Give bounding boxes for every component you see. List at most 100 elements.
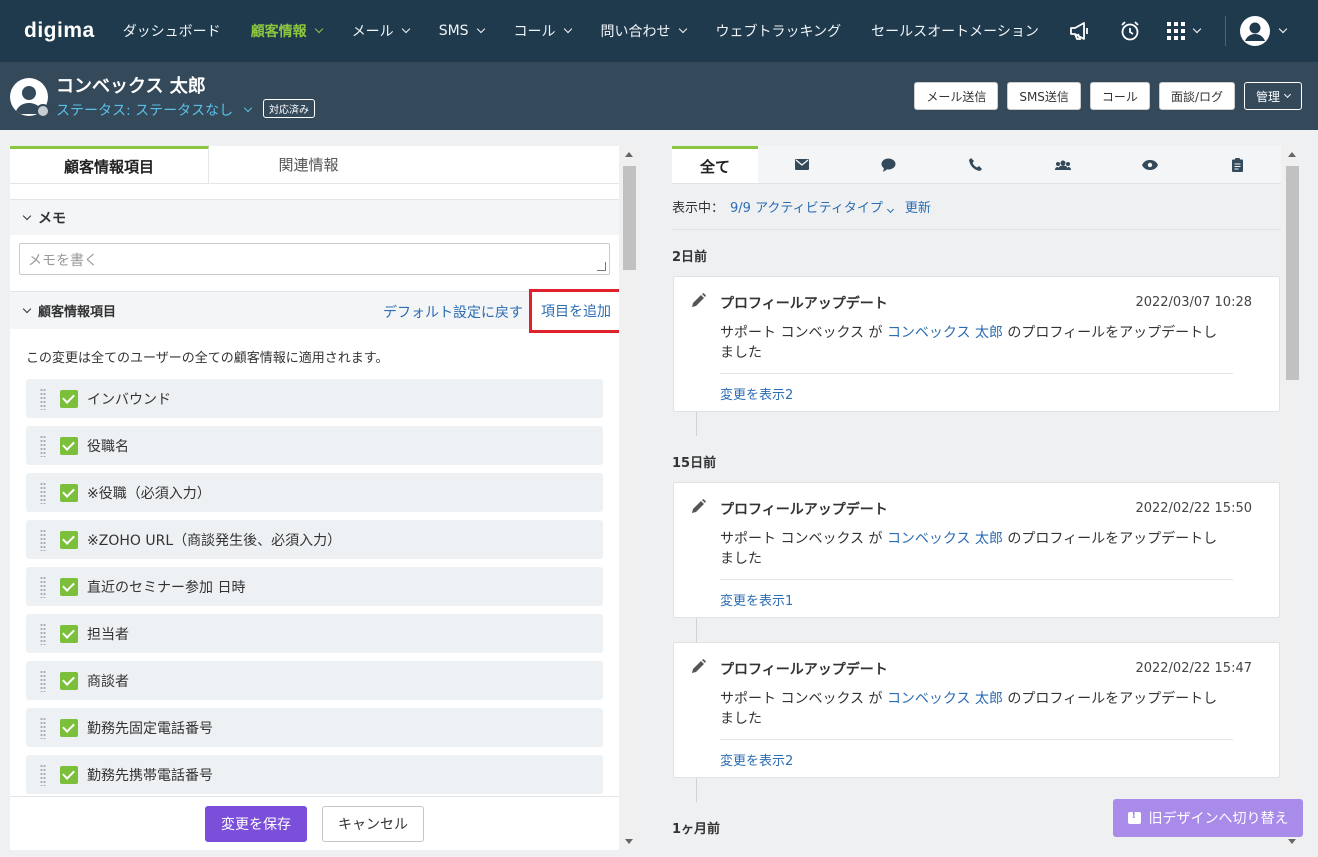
field-checkbox[interactable] bbox=[60, 624, 78, 643]
user-avatar-icon[interactable] bbox=[1240, 16, 1290, 46]
activity-description: サポート コンベックス が コンベックス 太郎 のプロフィールをアップデートしま… bbox=[720, 529, 1230, 569]
custom-fields-header[interactable]: 顧客情報項目 デフォルト設定に戻す 項目を追加 bbox=[10, 289, 619, 333]
digima-logo[interactable]: digima bbox=[24, 19, 95, 43]
drag-handle-icon[interactable] bbox=[40, 622, 46, 645]
nav-item-label: ウェブトラッキング bbox=[715, 24, 842, 40]
drag-handle-icon[interactable] bbox=[40, 669, 46, 692]
right-scrollbar[interactable] bbox=[1284, 146, 1301, 850]
customer-link[interactable]: コンベックス 太郎 bbox=[887, 531, 1003, 547]
field-checkbox[interactable] bbox=[60, 436, 78, 455]
memo-section-header[interactable]: メモ bbox=[10, 199, 619, 235]
drag-handle-icon[interactable] bbox=[40, 716, 46, 739]
scroll-up-icon[interactable] bbox=[625, 152, 633, 157]
activity-date: 2022/02/22 15:47 bbox=[1135, 661, 1252, 676]
memo-title: メモ bbox=[38, 210, 66, 227]
nav-item-5[interactable]: 問い合わせ bbox=[601, 21, 687, 41]
field-row: インバウンド bbox=[26, 379, 603, 418]
switch-old-design-button[interactable]: 旧デザインへ切り替え bbox=[1113, 799, 1303, 837]
meeting-log-button[interactable]: 面談/ログ bbox=[1158, 82, 1235, 110]
drag-handle-icon[interactable] bbox=[40, 387, 46, 410]
call-button[interactable]: コール bbox=[1089, 82, 1150, 110]
activity-title: プロフィールアップデート bbox=[720, 502, 888, 518]
nav-item-1[interactable]: 顧客情報 bbox=[251, 21, 323, 41]
handled-badge[interactable]: 対応済み bbox=[263, 99, 315, 118]
chat-icon[interactable] bbox=[845, 146, 932, 183]
manage-dropdown-button[interactable]: 管理 bbox=[1243, 82, 1302, 110]
activity-panel: 全て 表示中： 9/9 アクティビティタイプ 更新 2日前 プロフィールアップデー… bbox=[672, 146, 1281, 850]
show-changes-link[interactable]: 変更を表示2 bbox=[720, 384, 793, 403]
send-sms-button[interactable]: SMS送信 bbox=[1007, 82, 1081, 110]
megaphone-icon[interactable] bbox=[1067, 18, 1093, 44]
activity-date: 2022/02/22 15:50 bbox=[1135, 501, 1252, 516]
chevron-down-icon bbox=[1283, 90, 1292, 98]
clipboard-icon[interactable] bbox=[1194, 146, 1281, 183]
nav-item-3[interactable]: SMS bbox=[438, 23, 485, 39]
apply-note: この変更は全てのユーザーの全ての顧客情報に適用されます。 bbox=[26, 351, 389, 366]
scroll-down-icon[interactable] bbox=[625, 839, 633, 844]
tab-related-info[interactable]: 関連情報 bbox=[209, 146, 408, 183]
field-label: ※ZOHO URL（商談発生後、必須入力） bbox=[87, 532, 342, 549]
status-dropdown[interactable]: ステータス: ステータスなし bbox=[56, 100, 253, 120]
nav-item-2[interactable]: メール bbox=[352, 21, 410, 41]
field-label: 商談者 bbox=[87, 673, 129, 690]
main-nav-menu: ダッシュボード 顧客情報 メール SMS コール 問い合わせ ウェブトラッキング セールスオー… bbox=[123, 0, 1069, 62]
field-checkbox[interactable] bbox=[60, 389, 78, 408]
drag-handle-icon[interactable] bbox=[40, 528, 46, 551]
activity-type-filter[interactable]: 9/9 アクティビティタイプ bbox=[730, 197, 894, 216]
left-panel: 顧客情報項目 関連情報 メモ メモを書く 顧客情報項目 デフォルト設定に戻す 項… bbox=[10, 146, 619, 850]
show-changes-link[interactable]: 変更を表示1 bbox=[720, 590, 793, 609]
timeline-connector bbox=[696, 412, 697, 436]
nav-item-7[interactable]: セールスオートメーション bbox=[871, 21, 1039, 41]
cancel-button[interactable]: キャンセル bbox=[322, 805, 424, 842]
drag-handle-icon[interactable] bbox=[40, 434, 46, 457]
nav-item-label: セールスオートメーション bbox=[871, 24, 1039, 40]
save-changes-button[interactable]: 変更を保存 bbox=[205, 805, 307, 842]
refresh-link[interactable]: 更新 bbox=[905, 197, 931, 216]
resize-handle-icon[interactable] bbox=[597, 262, 606, 271]
tab-all[interactable]: 全て bbox=[672, 146, 758, 183]
pencil-icon bbox=[692, 499, 706, 513]
activity-title: プロフィールアップデート bbox=[720, 662, 888, 678]
chevron-down-icon bbox=[678, 24, 687, 34]
field-checkbox[interactable] bbox=[60, 671, 78, 690]
pencil-icon bbox=[692, 293, 706, 307]
chevron-down-icon bbox=[1192, 24, 1202, 34]
send-mail-button[interactable]: メール送信 bbox=[914, 82, 999, 110]
nav-item-4[interactable]: コール bbox=[514, 21, 572, 41]
field-checkbox[interactable] bbox=[60, 765, 78, 784]
nav-item-6[interactable]: ウェブトラッキング bbox=[716, 21, 842, 41]
field-checkbox[interactable] bbox=[60, 483, 78, 502]
alarm-clock-icon[interactable] bbox=[1117, 18, 1143, 44]
eye-icon[interactable] bbox=[1107, 146, 1194, 183]
field-checkbox[interactable] bbox=[60, 530, 78, 549]
customer-link[interactable]: コンベックス 太郎 bbox=[887, 325, 1003, 341]
nav-item-label: SMS bbox=[438, 23, 469, 39]
add-field-link[interactable]: 項目を追加 bbox=[529, 289, 619, 333]
tab-customer-fields[interactable]: 顧客情報項目 bbox=[10, 146, 209, 183]
nav-item-label: ダッシュボード bbox=[122, 24, 221, 40]
customer-link[interactable]: コンベックス 太郎 bbox=[887, 691, 1003, 707]
field-checkbox[interactable] bbox=[60, 718, 78, 737]
scroll-up-icon[interactable] bbox=[1288, 152, 1296, 157]
card-divider bbox=[720, 739, 1233, 740]
left-scrollbar[interactable] bbox=[621, 146, 638, 850]
memo-input[interactable]: メモを書く bbox=[19, 243, 610, 275]
show-changes-link[interactable]: 変更を表示2 bbox=[720, 750, 793, 769]
drag-handle-icon[interactable] bbox=[40, 481, 46, 504]
scrollbar-thumb[interactable] bbox=[1286, 166, 1299, 380]
mail-icon[interactable] bbox=[758, 146, 845, 183]
reset-default-link[interactable]: デフォルト設定に戻す bbox=[383, 302, 523, 322]
scrollbar-thumb[interactable] bbox=[623, 166, 636, 270]
phone-icon[interactable] bbox=[932, 146, 1019, 183]
drag-handle-icon[interactable] bbox=[40, 575, 46, 598]
chevron-down-icon bbox=[22, 211, 32, 220]
activity-actor: サポート コンベックス が bbox=[720, 531, 887, 547]
group-icon[interactable] bbox=[1020, 146, 1107, 183]
nav-item-0[interactable]: ダッシュボード bbox=[123, 21, 221, 41]
drag-handle-icon[interactable] bbox=[40, 763, 46, 786]
customer-name: コンベックス 太郎 bbox=[56, 76, 206, 97]
field-checkbox[interactable] bbox=[60, 577, 78, 596]
scroll-down-icon[interactable] bbox=[1288, 839, 1296, 844]
field-label: 勤務先固定電話番号 bbox=[87, 720, 213, 737]
apps-grid-icon[interactable] bbox=[1167, 18, 1207, 44]
